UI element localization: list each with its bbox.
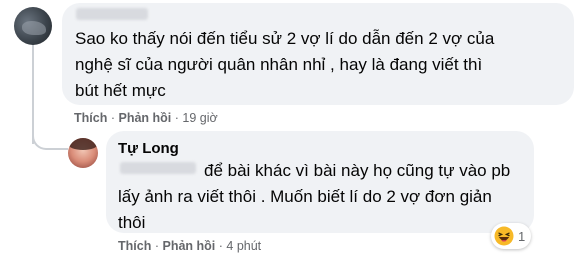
timestamp[interactable]: 19 giờ (182, 111, 217, 125)
separator: · (174, 111, 179, 125)
author-name[interactable]: Tự Long (118, 140, 179, 157)
reply-link[interactable]: Phản hồi (118, 111, 171, 125)
like-link[interactable]: Thích (118, 239, 151, 253)
comment-actions: Thích · Phản hồi · 19 giờ (74, 111, 218, 125)
avatar[interactable] (68, 138, 98, 168)
reaction-summary[interactable]: 1 (491, 223, 532, 249)
reply-link[interactable]: Phản hồi (162, 239, 215, 253)
separator: · (154, 239, 159, 253)
like-link[interactable]: Thích (74, 111, 107, 125)
avatar[interactable] (14, 7, 52, 45)
reaction-count: 1 (518, 228, 526, 244)
reply-text: để bài khác vì bài này họ cũng tự vào pb… (118, 161, 511, 232)
blurred-author-name (76, 8, 148, 20)
comment-text: Sao ko thấy nói đến tiểu sử 2 vợ lí do d… (75, 29, 495, 100)
thread-connector (32, 120, 68, 150)
reply-actions: Thích · Phản hồi · 4 phút (118, 239, 261, 253)
separator: · (218, 239, 223, 253)
separator: · (110, 111, 115, 125)
timestamp[interactable]: 4 phút (226, 239, 261, 253)
haha-emoji-icon (494, 226, 514, 246)
